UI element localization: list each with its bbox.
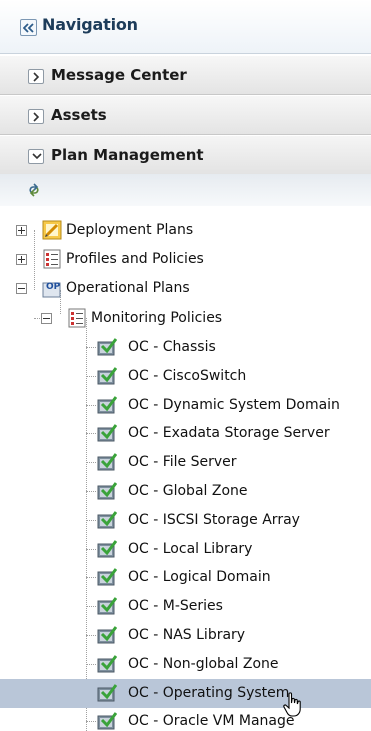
policy-check-icon — [97, 482, 117, 500]
policy-tree-item[interactable]: OC - CiscoSwitch — [0, 362, 371, 391]
tree-node-label: Profiles and Policies — [66, 251, 204, 267]
policy-check-icon — [97, 597, 117, 615]
tree-node-deployment-plans[interactable]: Deployment Plans — [0, 216, 371, 245]
chevron-down-icon[interactable] — [28, 149, 44, 164]
tree-node-label: Operational Plans — [66, 280, 190, 296]
policy-check-icon — [97, 712, 117, 730]
policy-tree-item[interactable]: OC - Local Library — [0, 535, 371, 564]
svg-text:OP: OP — [46, 282, 61, 292]
policy-check-icon — [97, 684, 117, 702]
tree-node-operational-plans[interactable]: OP Operational Plans — [0, 274, 371, 303]
policy-check-icon — [97, 511, 117, 529]
plus-expand-icon[interactable] — [16, 225, 27, 236]
tree-node-label: OC - Global Zone — [128, 483, 248, 499]
chevron-right-icon[interactable] — [28, 109, 44, 124]
tree-node-label: OC - Logical Domain — [128, 569, 271, 585]
policy-tree-item[interactable]: OC - NAS Library — [0, 621, 371, 650]
policy-tree-item[interactable]: OC - Oracle VM Manage — [0, 707, 371, 731]
tree-node-label: OC - Oracle VM Manage — [128, 713, 295, 729]
policy-check-icon — [97, 626, 117, 644]
accordion-message-center[interactable]: Message Center — [0, 55, 371, 95]
policy-tree-item[interactable]: OC - M-Series — [0, 592, 371, 621]
accordion-label: Plan Management — [51, 146, 204, 164]
navigation-header: Navigation — [0, 0, 371, 54]
policy-tree-item[interactable]: OC - Operating System — [0, 679, 371, 708]
policy-check-icon — [97, 338, 117, 356]
tree-node-label: OC - Local Library — [128, 541, 253, 557]
policy-tree-item[interactable]: OC - Non-global Zone — [0, 650, 371, 679]
tree-node-label: OC - Non-global Zone — [128, 656, 279, 672]
policy-tree-item[interactable]: OC - File Server — [0, 448, 371, 477]
policy-check-icon — [97, 453, 117, 471]
accordion-label: Assets — [51, 106, 107, 124]
policy-check-icon — [97, 367, 117, 385]
tree-node-label: OC - Chassis — [128, 339, 216, 355]
policy-check-icon — [97, 568, 117, 586]
plan-tree: Deployment Plans Profiles and Policies O… — [0, 206, 371, 731]
tree-toolbar — [0, 174, 371, 206]
collapse-navigation-button[interactable] — [20, 19, 37, 36]
deployment-plans-icon — [42, 220, 62, 240]
policy-check-icon — [97, 424, 117, 442]
tree-node-label: OC - CiscoSwitch — [128, 368, 247, 384]
op-icon: OP — [42, 282, 61, 298]
policy-tree-item[interactable]: OC - Dynamic System Domain — [0, 391, 371, 420]
policy-check-icon — [97, 540, 117, 558]
tree-node-label: OC - Operating System — [128, 685, 290, 701]
navigation-title: Navigation — [42, 15, 138, 34]
chevron-right-icon[interactable] — [28, 69, 44, 84]
accordion-plan-management[interactable]: Plan Management — [0, 135, 371, 175]
tree-node-label: OC - Exadata Storage Server — [128, 425, 330, 441]
plus-expand-icon[interactable] — [16, 254, 27, 265]
refresh-icon[interactable] — [28, 183, 40, 197]
checklist-icon — [43, 249, 61, 269]
accordion-assets[interactable]: Assets — [0, 95, 371, 135]
accordion-label: Message Center — [51, 66, 187, 84]
tree-node-label: OC - File Server — [128, 454, 237, 470]
policy-tree-item[interactable]: OC - ISCSI Storage Array — [0, 506, 371, 535]
hand-cursor-icon — [283, 692, 301, 717]
policy-tree-item[interactable]: OC - Chassis — [0, 333, 371, 362]
double-chevron-left-icon — [23, 23, 34, 33]
checklist-icon — [68, 308, 86, 328]
tree-node-monitoring-policies[interactable]: Monitoring Policies — [0, 304, 371, 333]
policy-tree-item[interactable]: OC - Exadata Storage Server — [0, 419, 371, 448]
tree-node-label: Deployment Plans — [66, 222, 194, 238]
tree-node-label: OC - M-Series — [128, 598, 223, 614]
policy-check-icon — [97, 396, 117, 414]
policy-tree-item[interactable]: OC - Logical Domain — [0, 563, 371, 592]
minus-collapse-icon[interactable] — [41, 313, 52, 324]
tree-node-profiles-and-policies[interactable]: Profiles and Policies — [0, 245, 371, 274]
tree-node-label: OC - Dynamic System Domain — [128, 397, 340, 413]
tree-node-label: OC - ISCSI Storage Array — [128, 512, 300, 528]
tree-node-label: Monitoring Policies — [91, 310, 223, 326]
minus-collapse-icon[interactable] — [16, 283, 27, 294]
policy-tree-item[interactable]: OC - Global Zone — [0, 477, 371, 506]
tree-node-label: OC - NAS Library — [128, 627, 246, 643]
policy-check-icon — [97, 655, 117, 673]
